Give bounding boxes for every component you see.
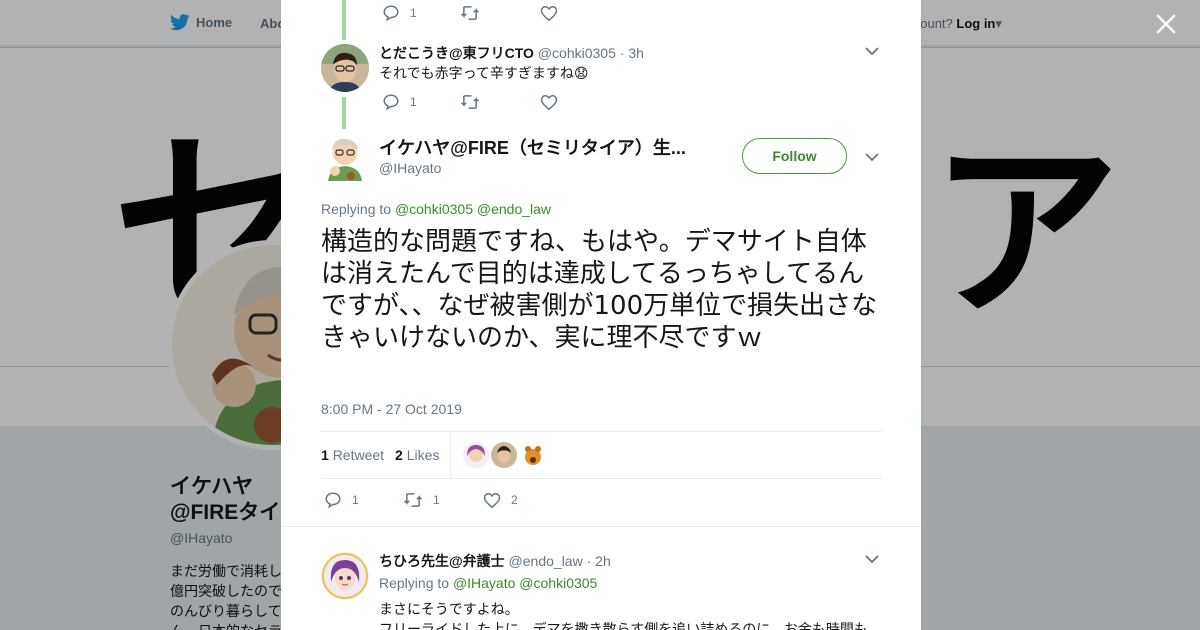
reply-icon	[325, 492, 341, 509]
mention-link[interactable]: @cohki0305	[519, 575, 597, 591]
reply1-text: それでも赤字って辛すぎますね😧	[379, 65, 589, 81]
retweet-count: 1	[433, 493, 440, 507]
thread-connector	[342, 97, 346, 129]
main-tweet-author-name[interactable]: イケハヤ@FIRE（セミリタイア）生...	[379, 134, 686, 160]
reply1-name[interactable]: とだこうき@東フリCTO	[379, 45, 534, 61]
stats-divider	[450, 432, 451, 478]
thread-connector	[342, 0, 346, 40]
chevron-down-icon[interactable]	[864, 149, 880, 165]
reply2-separator: ·	[586, 553, 592, 569]
like-action[interactable]: 2	[483, 492, 518, 509]
reply2-handle[interactable]: @endo_law	[509, 553, 583, 569]
replying-label: Replying to	[379, 575, 450, 591]
reply1-handle[interactable]: @cohki0305	[538, 45, 616, 61]
likes-stat[interactable]: 2 Likes	[395, 447, 439, 463]
illustrated-avatar-icon	[321, 552, 369, 600]
reply2-replying-to: Replying to @IHayato @cohki0305	[379, 575, 597, 591]
user-avatar-icon	[463, 442, 489, 468]
follow-button[interactable]: Follow	[742, 138, 847, 174]
reply1-separator: ·	[619, 45, 625, 61]
illustrated-avatar-icon	[321, 133, 369, 181]
prev-reply-actions: 1	[382, 4, 558, 22]
heart-icon	[483, 492, 501, 508]
liker-avatar[interactable]	[520, 442, 546, 468]
main-tweet-author-handle[interactable]: @IHayato	[379, 160, 441, 176]
likes-stat-count: 2	[395, 447, 403, 463]
reply1-time[interactable]: 3h	[628, 45, 644, 61]
heart-icon	[540, 94, 558, 110]
like-action[interactable]	[540, 5, 558, 22]
retweet-action[interactable]	[460, 5, 540, 21]
reply2-name[interactable]: ちひろ先生@弁護士	[379, 553, 505, 569]
like-action[interactable]	[540, 94, 558, 111]
retweet-stat-label: Retweet	[332, 447, 385, 463]
user-photo-icon	[491, 442, 517, 468]
mention-link[interactable]: @endo_law	[477, 201, 551, 217]
retweet-stat-count: 1	[321, 447, 329, 463]
close-icon[interactable]	[1153, 11, 1179, 37]
reply-count: 1	[410, 95, 417, 109]
reply-action[interactable]: 1	[382, 93, 460, 111]
reply-icon	[383, 5, 399, 22]
main-tweet-text: 構造的な問題ですね、もはや。デマサイト自体は消えたんで目的は達成してるっちゃして…	[321, 227, 878, 353]
reply2-text-line2: フリーライドした上に、デマを撒き散らす側を追い詰めるのに、お金も時間も	[379, 621, 868, 630]
mention-link[interactable]: @IHayato	[453, 575, 515, 591]
replying-label: Replying to	[321, 201, 392, 217]
retweet-icon	[403, 493, 423, 507]
retweet-action[interactable]: 1	[403, 492, 483, 508]
likes-stat-label: Likes	[406, 447, 440, 463]
reply2-time[interactable]: 2h	[595, 553, 611, 569]
avatar-ihayato[interactable]	[321, 133, 369, 181]
avatar-endo-law[interactable]	[321, 552, 369, 600]
mention-link[interactable]: @cohki0305	[395, 201, 473, 217]
main-replying-to: Replying to @cohki0305 @endo_law	[321, 201, 551, 217]
reply-divider	[281, 526, 921, 527]
reply1-header: とだこうき@東フリCTO @cohki0305 · 3h	[379, 43, 644, 63]
like-count: 2	[511, 493, 518, 507]
reply-count: 1	[352, 493, 359, 507]
reply-action[interactable]: 1	[324, 491, 403, 509]
reply-icon	[383, 94, 399, 111]
reply2-header: ちひろ先生@弁護士 @endo_law · 2h	[379, 551, 611, 571]
liker-avatar[interactable]	[491, 442, 517, 468]
tweet-permalink-modal: 1 とだこうき@東フリCTO @cohki0305 · 3h それでも赤字って辛…	[281, 0, 921, 630]
chevron-down-icon[interactable]	[864, 43, 880, 59]
liker-avatar[interactable]	[463, 442, 489, 468]
retweet-icon	[460, 6, 480, 20]
retweet-stat[interactable]: 1 Retweet	[321, 447, 384, 463]
chevron-down-icon[interactable]	[864, 551, 880, 567]
tweet-stats: 1 Retweet 2 Likes	[321, 431, 882, 479]
reply2-text-line1: まさにそうですよね。	[379, 601, 519, 617]
retweet-action[interactable]	[460, 94, 540, 110]
animal-avatar-icon	[520, 442, 546, 468]
heart-icon	[540, 5, 558, 21]
retweet-icon	[460, 95, 480, 109]
user-photo-icon	[321, 44, 369, 92]
avatar-cohki[interactable]	[321, 44, 369, 92]
reply-count: 1	[410, 6, 417, 20]
reply1-actions: 1	[382, 93, 558, 111]
reply-action[interactable]: 1	[382, 4, 460, 22]
main-tweet-actions: 1 1 2	[324, 491, 518, 509]
main-tweet-timestamp[interactable]: 8:00 PM - 27 Oct 2019	[321, 401, 462, 417]
